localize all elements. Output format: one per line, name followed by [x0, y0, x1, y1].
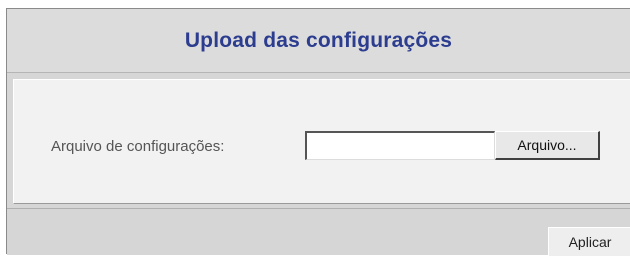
action-bar: Aplicar: [7, 208, 630, 256]
upload-form: Arquivo de configurações: Arquivo...: [13, 79, 630, 204]
upload-panel: Upload das configurações Arquivo de conf…: [6, 8, 630, 256]
config-file-label: Arquivo de configurações:: [51, 138, 225, 155]
apply-button[interactable]: Aplicar: [548, 227, 630, 256]
page-title: Upload das configurações: [184, 29, 453, 52]
browse-file-button[interactable]: Arquivo...: [495, 131, 600, 160]
title-bar: Upload das configurações: [7, 9, 630, 73]
config-file-input[interactable]: [305, 131, 495, 160]
